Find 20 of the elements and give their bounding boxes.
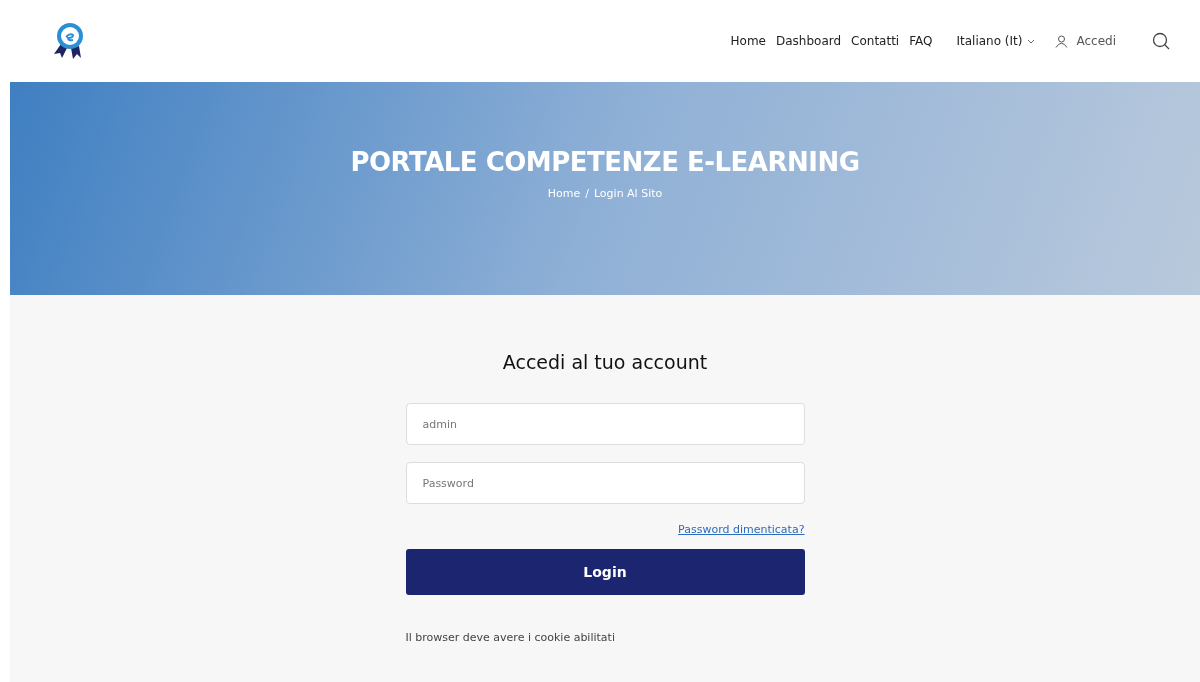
- username-field[interactable]: admin: [405, 403, 805, 445]
- search-button[interactable]: [1152, 32, 1170, 50]
- search-icon: [1152, 32, 1170, 50]
- breadcrumb-item: Login Al Sito: [593, 187, 663, 200]
- password-field[interactable]: Password: [405, 462, 805, 504]
- login-link[interactable]: Accedi: [1055, 34, 1116, 48]
- nav-link[interactable]: Contatti: [851, 34, 900, 48]
- chevron-down-icon: [1027, 38, 1036, 44]
- nav-link[interactable]: FAQ: [909, 34, 933, 48]
- user-icon: [1055, 34, 1069, 48]
- cookie-note: Il browser deve avere i cookie abilitati: [405, 631, 616, 644]
- page-title: PORTALE COMPETENZE E-LEARNING: [350, 147, 860, 177]
- nav-link[interactable]: Home: [730, 34, 766, 48]
- ribbon-logo-icon[interactable]: [52, 22, 86, 60]
- login-heading: Accedi al tuo account: [501, 351, 709, 373]
- breadcrumb-separator: /: [585, 187, 589, 200]
- login-button[interactable]: Login: [405, 549, 805, 595]
- nav-link[interactable]: Dashboard: [775, 34, 842, 48]
- forgot-password-link[interactable]: Password dimenticata?: [678, 523, 805, 536]
- language-dropdown[interactable]: Italiano (It): [956, 34, 1036, 48]
